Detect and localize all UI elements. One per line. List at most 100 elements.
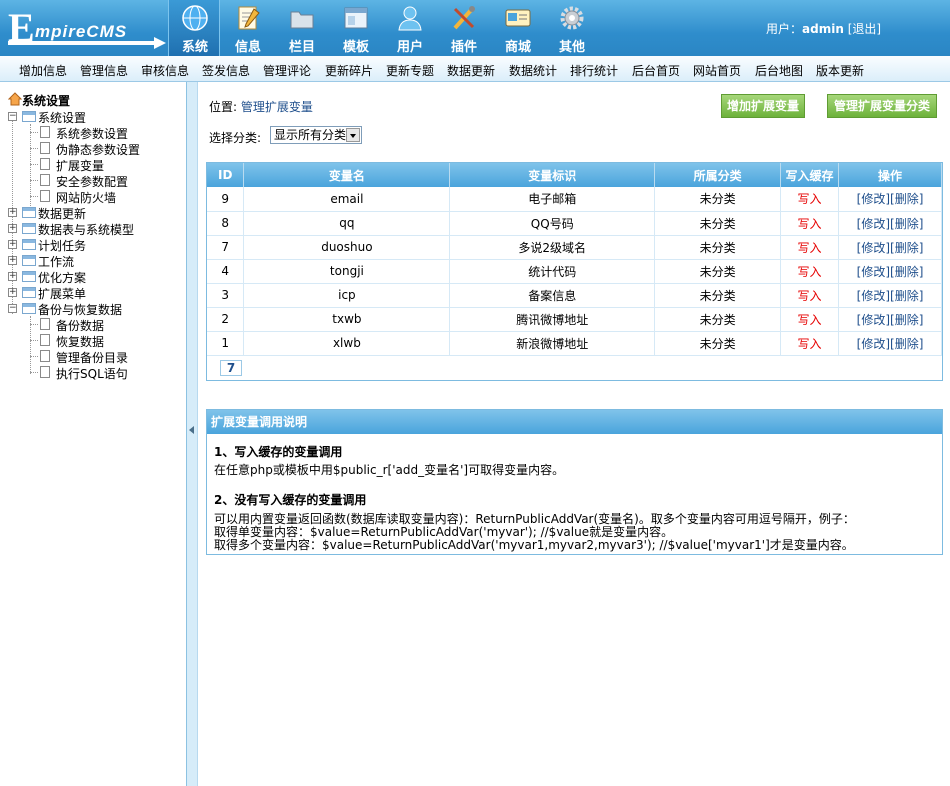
page-icon [40, 142, 50, 154]
table-row: 4 tongji 统计代码 未分类 写入 [修改][删除] [207, 259, 942, 284]
tree-root[interactable]: 系统设置 [22, 92, 70, 109]
subnav-link[interactable]: 网站首页 [693, 62, 741, 79]
subnav-link[interactable]: 更新专题 [386, 62, 434, 79]
folder-icon [22, 223, 36, 234]
pager-count[interactable]: 7 [220, 360, 242, 376]
subnav-link[interactable]: 后台地图 [755, 62, 803, 79]
logo-arrowhead [154, 37, 166, 49]
manage-category-button[interactable]: 管理扩展变量分类 [827, 94, 937, 118]
tools-icon [453, 6, 475, 30]
delete-link[interactable]: [删除] [890, 192, 923, 206]
tree-group[interactable]: 优化方案 [38, 269, 86, 286]
cell-category: 未分类 [654, 235, 782, 260]
cell-name: txwb [243, 307, 451, 332]
main-tab-template[interactable]: 模板 [330, 0, 382, 56]
edit-link[interactable]: [修改] [857, 313, 890, 327]
cell-category: 未分类 [654, 283, 782, 308]
expand-icon[interactable]: + [8, 256, 17, 265]
cell-name: tongji [243, 259, 451, 284]
breadcrumb-link[interactable]: 管理扩展变量 [241, 100, 313, 114]
subnav-link[interactable]: 签发信息 [202, 62, 250, 79]
expand-icon[interactable]: + [8, 288, 17, 297]
subnav-link[interactable]: 后台首页 [632, 62, 680, 79]
cell-name: email [243, 187, 451, 212]
delete-link[interactable]: [删除] [890, 313, 923, 327]
main-tab-other[interactable]: 其他 [546, 0, 598, 56]
tree-item[interactable]: 执行SQL语句 [56, 365, 128, 382]
sidebar-splitter[interactable] [187, 82, 198, 786]
edit-link[interactable]: [修改] [857, 192, 890, 206]
cell-id: 4 [207, 259, 245, 284]
main-tab-column[interactable]: 栏目 [276, 0, 328, 56]
card-icon [505, 9, 531, 27]
main-tab-label: 商城 [504, 40, 531, 55]
collapse-arrow-icon[interactable] [189, 426, 194, 434]
expand-icon[interactable]: + [8, 224, 17, 233]
add-variable-button[interactable]: 增加扩展变量 [721, 94, 805, 118]
tree-group[interactable]: 工作流 [38, 253, 74, 270]
empirecms-logo[interactable]: E mpireCMS [8, 8, 168, 49]
expand-icon[interactable]: + [8, 272, 17, 281]
cell-id: 3 [207, 283, 245, 308]
logout-link[interactable]: [退出] [848, 22, 881, 36]
tree-item[interactable]: 安全参数配置 [56, 173, 128, 190]
edit-link[interactable]: [修改] [857, 265, 890, 279]
delete-link[interactable]: [删除] [890, 241, 923, 255]
tree-item[interactable]: 备份数据 [56, 317, 104, 334]
delete-link[interactable]: [删除] [890, 265, 923, 279]
tree-item[interactable]: 伪静态参数设置 [56, 141, 140, 158]
subnav-link[interactable]: 数据统计 [509, 62, 557, 79]
tree-item[interactable]: 网站防火墙 [56, 189, 116, 206]
expand-icon[interactable]: + [8, 208, 17, 217]
subnav-link[interactable]: 管理评论 [263, 62, 311, 79]
edit-link[interactable]: [修改] [857, 289, 890, 303]
cell-label: 统计代码 [449, 259, 656, 284]
cell-name: icp [243, 283, 451, 308]
cell-category: 未分类 [654, 187, 782, 212]
edit-link[interactable]: [修改] [857, 337, 890, 351]
category-select[interactable]: 显示所有分类 [270, 126, 362, 144]
delete-link[interactable]: [删除] [890, 289, 923, 303]
main-tab-shop[interactable]: 商城 [492, 0, 544, 56]
delete-link[interactable]: [删除] [890, 217, 923, 231]
cell-cache: 写入 [780, 211, 840, 236]
edit-link[interactable]: [修改] [857, 241, 890, 255]
subnav-link[interactable]: 审核信息 [141, 62, 189, 79]
expand-icon[interactable]: + [8, 240, 17, 249]
folder-icon [22, 271, 36, 282]
cell-actions: [修改][删除] [838, 307, 942, 332]
tree-item[interactable]: 系统参数设置 [56, 125, 128, 142]
edit-link[interactable]: [修改] [857, 217, 890, 231]
subnav-link[interactable]: 数据更新 [447, 62, 495, 79]
subnav-link[interactable]: 版本更新 [816, 62, 864, 79]
tree-item[interactable]: 恢复数据 [56, 333, 104, 350]
col-header: 变量标识 [449, 163, 656, 187]
main-tab-info[interactable]: 信息 [222, 0, 274, 56]
table-row: 1 xlwb 新浪微博地址 未分类 写入 [修改][删除] [207, 331, 942, 356]
tree-group-system[interactable]: 系统设置 [38, 109, 86, 126]
tree-item[interactable]: 扩展变量 [56, 157, 104, 174]
subnav-link[interactable]: 管理信息 [80, 62, 128, 79]
delete-link[interactable]: [删除] [890, 337, 923, 351]
tree-item[interactable]: 管理备份目录 [56, 349, 128, 366]
breadcrumb-prefix: 位置: [209, 100, 241, 114]
tree-group[interactable]: 计划任务 [38, 237, 86, 254]
subnav-link[interactable]: 更新碎片 [325, 62, 373, 79]
tree-group[interactable]: 扩展菜单 [38, 285, 86, 302]
subnav-link[interactable]: 增加信息 [19, 62, 67, 79]
folder-icon [22, 239, 36, 250]
collapse-icon[interactable]: − [8, 112, 17, 121]
main-tab-label: 其他 [558, 40, 585, 55]
cell-actions: [修改][删除] [838, 187, 942, 212]
tree-group-backup[interactable]: 备份与恢复数据 [38, 301, 122, 318]
cell-id: 8 [207, 211, 245, 236]
main-tab-user[interactable]: 用户 [384, 0, 436, 56]
main-tab-system[interactable]: 系统 [168, 0, 220, 56]
chevron-down-icon[interactable] [346, 128, 360, 142]
tree-group[interactable]: 数据表与系统模型 [38, 221, 134, 238]
tree-group[interactable]: 数据更新 [38, 205, 86, 222]
subnav-link[interactable]: 排行统计 [570, 62, 618, 79]
collapse-icon[interactable]: − [8, 304, 17, 313]
user-info: 用户：admin [退出] [766, 20, 881, 37]
main-tab-plugin[interactable]: 插件 [438, 0, 490, 56]
